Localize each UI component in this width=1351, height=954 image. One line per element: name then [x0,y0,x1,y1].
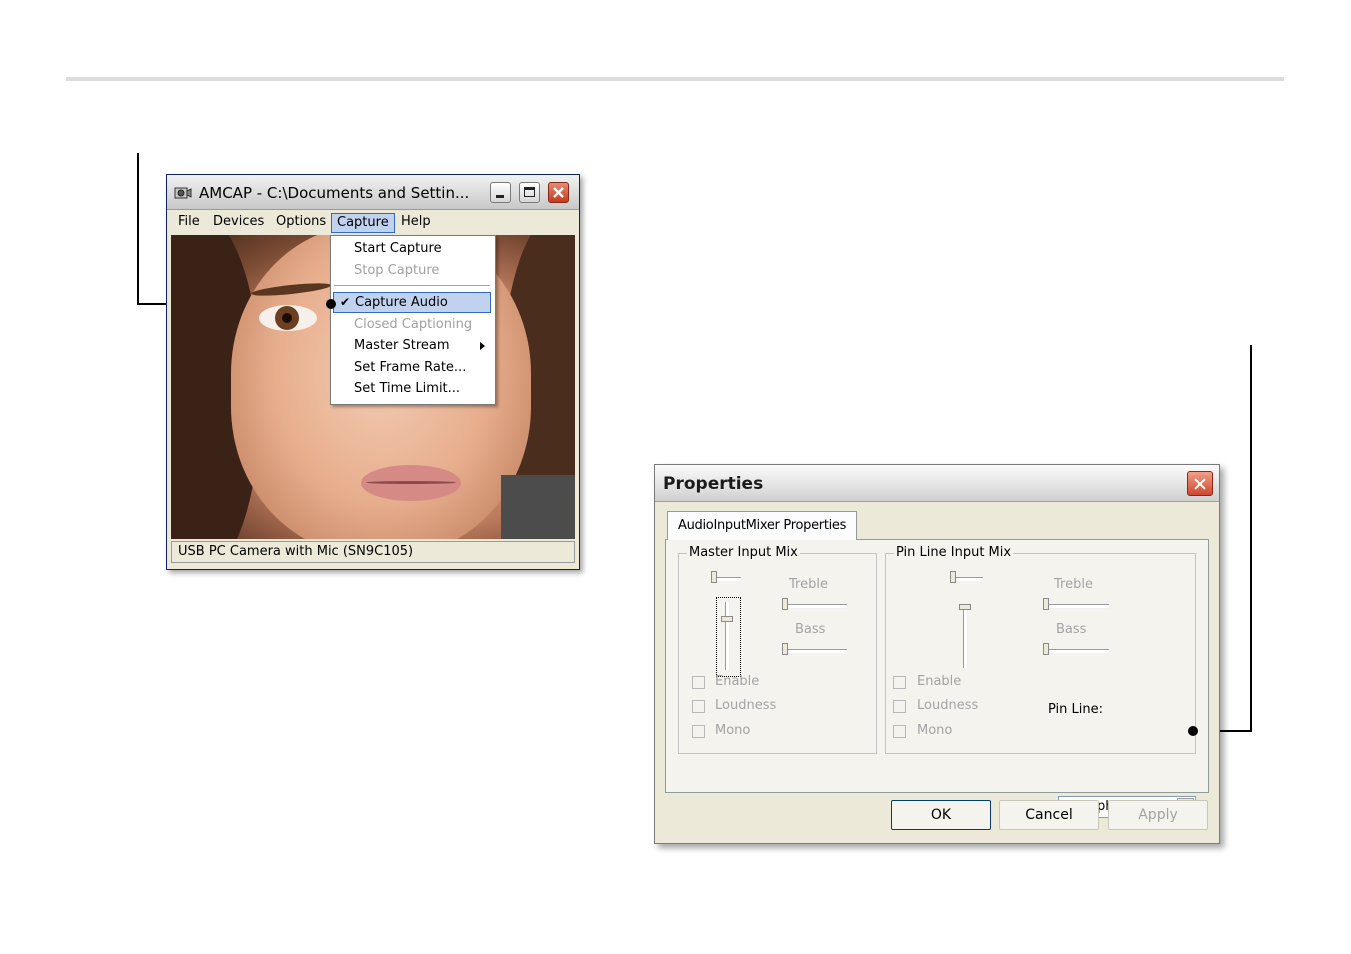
pin-enable-checkbox[interactable] [893,676,906,689]
properties-titlebar[interactable]: Properties [655,465,1219,502]
minimize-button[interactable] [490,182,511,203]
pin-treble-slider-track [1043,604,1109,609]
pin-loudness-checkbox[interactable] [893,700,906,713]
amcap-menubar: File Devices Options Capture Help [167,210,579,234]
camera-icon [174,187,192,199]
video-pupil [282,313,292,323]
callout-line-right-vertical [1250,345,1252,732]
master-balance-slider[interactable] [711,571,717,583]
pin-line-input-mix-group: Pin Line Input Mix Treble Bass Enable Lo… [885,545,1196,754]
menu-item-closed-captioning[interactable]: Closed Captioning [333,314,491,335]
submenu-arrow-icon [480,342,485,350]
master-treble-label: Treble [789,577,828,592]
pin-volume-slider[interactable] [959,604,971,610]
callout-dot-right [1188,726,1198,736]
amcap-statusbar: USB PC Camera with Mic (SN9C105) [171,541,575,563]
header-rule [66,77,1284,81]
pin-bass-label: Bass [1056,622,1087,637]
menu-item-stop-capture[interactable]: Stop Capture [333,260,491,281]
pin-bass-slider[interactable] [1043,643,1049,655]
pin-mono-checkbox[interactable] [893,725,906,738]
menu-item-capture-audio-label: Capture Audio [355,295,448,310]
master-mono-checkbox[interactable] [692,725,705,738]
master-volume-slider-track [725,602,730,670]
tab-panel: Master Input Mix Treble Bass Enable Loud… [665,539,1209,818]
video-lip-line [366,481,456,484]
pin-mono-label: Mono [917,723,953,738]
maximize-icon [524,187,535,197]
menu-item-set-time-limit[interactable]: Set Time Limit... [333,378,491,399]
master-treble-slider[interactable] [782,598,788,610]
close-button[interactable] [548,182,569,203]
pin-balance-slider[interactable] [950,571,956,583]
master-input-mix-label: Master Input Mix [687,545,800,560]
ok-button[interactable]: OK [891,800,991,830]
menu-capture[interactable]: Capture [331,213,395,233]
pin-loudness-label: Loudness [917,698,979,713]
cancel-button[interactable]: Cancel [999,800,1099,830]
master-input-mix-group: Master Input Mix Treble Bass Enable Loud… [678,545,877,754]
menu-item-master-stream-label: Master Stream [354,338,450,353]
pin-volume-slider-track [963,604,968,668]
menu-separator [334,285,490,286]
video-iris [275,306,299,330]
pin-enable-label: Enable [917,674,962,689]
tab-audio-input-mixer[interactable]: AudioInputMixer Properties [667,511,858,540]
pin-treble-label: Treble [1054,577,1093,592]
master-enable-checkbox[interactable] [692,676,705,689]
amcap-titlebar[interactable]: AMCAP - C:\Documents and Settin... [167,175,579,210]
master-bass-label: Bass [795,622,826,637]
pin-treble-slider[interactable] [1043,598,1049,610]
master-bass-slider-track [782,649,847,654]
menu-item-start-capture[interactable]: Start Capture [333,238,491,259]
callout-dot-left [326,299,336,309]
pin-line-label: Pin Line: [1048,702,1104,717]
video-eye [259,305,317,331]
master-loudness-label: Loudness [715,698,777,713]
menu-item-master-stream[interactable]: Master Stream [333,335,491,356]
menu-item-set-frame-rate[interactable]: Set Frame Rate... [333,357,491,378]
master-mono-label: Mono [715,723,751,738]
pin-bass-slider-track [1043,649,1109,654]
menu-options[interactable]: Options [271,214,331,234]
properties-dialog: Properties AudioInputMixer Properties Ma… [654,464,1220,844]
callout-line-left-vertical [137,153,139,305]
master-volume-slider[interactable] [721,616,733,622]
capture-menu: Start Capture Stop Capture ✔ Capture Aud… [330,235,496,405]
menu-file[interactable]: File [173,214,205,234]
menu-help[interactable]: Help [396,214,436,234]
master-treble-slider-track [782,604,847,609]
video-shirt [501,475,575,539]
properties-title: Properties [663,474,764,494]
master-enable-label: Enable [715,674,760,689]
maximize-button[interactable] [519,182,540,203]
amcap-title: AMCAP - C:\Documents and Settin... [199,184,470,202]
properties-close-button[interactable] [1187,471,1213,496]
master-bass-slider[interactable] [782,643,788,655]
pin-line-input-mix-label: Pin Line Input Mix [894,545,1014,560]
menu-devices[interactable]: Devices [208,214,269,234]
apply-button[interactable]: Apply [1108,800,1208,830]
master-loudness-checkbox[interactable] [692,700,705,713]
close-icon [553,187,564,198]
minimize-icon [496,195,504,198]
checkmark-icon: ✔ [340,295,351,309]
menu-item-capture-audio[interactable]: ✔ Capture Audio [333,292,491,313]
